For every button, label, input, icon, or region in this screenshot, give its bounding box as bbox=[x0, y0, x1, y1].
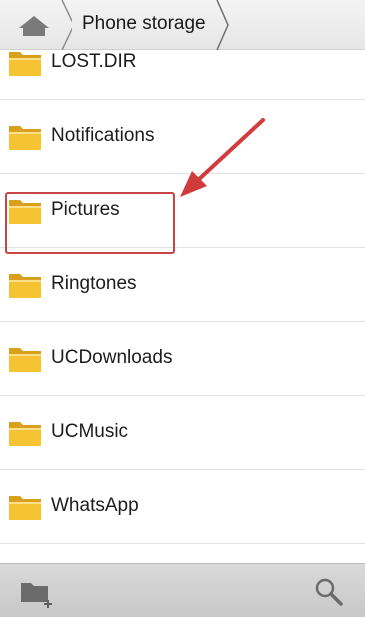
folder-icon bbox=[9, 496, 41, 520]
folder-icon bbox=[9, 52, 41, 76]
highlight-box bbox=[5, 192, 175, 254]
search-button[interactable] bbox=[312, 574, 348, 610]
folder-label: Ringtones bbox=[51, 273, 137, 294]
new-folder-button[interactable] bbox=[18, 574, 58, 610]
folder-row-ringtones[interactable]: Ringtones bbox=[0, 248, 365, 322]
folder-icon bbox=[9, 422, 41, 446]
folder-list[interactable]: LOST.DIR Notifications Pictures Ringtones UC… bbox=[0, 50, 365, 563]
folder-label: Notifications bbox=[51, 125, 155, 146]
folder-row-ucmusic[interactable]: UCMusic bbox=[0, 396, 365, 470]
folder-label: WhatsApp bbox=[51, 495, 139, 516]
folder-row-notifications[interactable]: Notifications bbox=[0, 100, 365, 174]
breadcrumb-label: Phone storage bbox=[82, 13, 206, 34]
folder-icon bbox=[9, 274, 41, 298]
search-icon bbox=[315, 578, 343, 606]
home-button[interactable] bbox=[0, 0, 72, 50]
folder-label: LOST.DIR bbox=[51, 51, 137, 72]
folder-icon bbox=[9, 348, 41, 372]
bottom-toolbar bbox=[0, 563, 365, 617]
folder-row-ucdownloads[interactable]: UCDownloads bbox=[0, 322, 365, 396]
folder-label: UCDownloads bbox=[51, 347, 173, 368]
file-manager-screen: Phone storage LOST.DIR Notifications Pictu… bbox=[0, 0, 365, 617]
folder-label: UCMusic bbox=[51, 421, 129, 442]
folder-icon bbox=[9, 126, 41, 150]
folder-row-whatsapp[interactable]: WhatsApp bbox=[0, 470, 365, 544]
folder-row-lost-dir[interactable]: LOST.DIR bbox=[0, 50, 365, 100]
new-folder-icon bbox=[21, 583, 52, 608]
breadcrumb-separator-icon bbox=[216, 0, 229, 50]
breadcrumb-bar: Phone storage bbox=[0, 0, 365, 50]
home-icon bbox=[19, 0, 72, 50]
